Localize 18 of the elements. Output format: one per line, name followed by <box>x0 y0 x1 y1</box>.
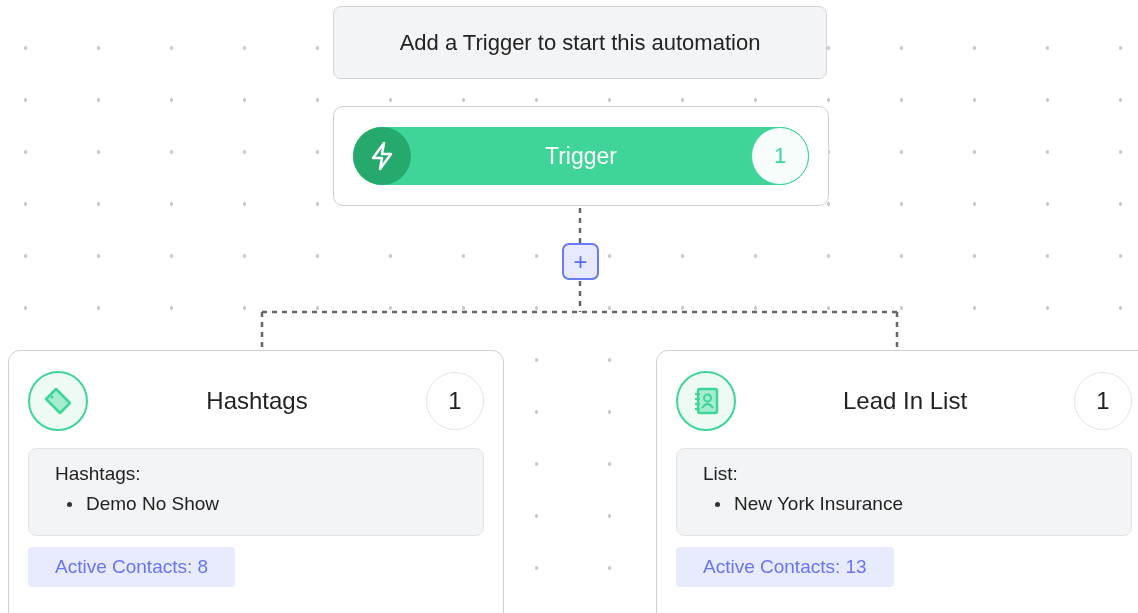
trigger-node-card[interactable]: Hashtags 1 Hashtags: Demo No Show Active Contacts: 8 <box>8 350 504 613</box>
list-item: Demo No Show <box>86 493 220 515</box>
trigger-node-card[interactable]: Lead In List 1 List: New York Insurance Active Contacts: 13 <box>656 350 1138 613</box>
bullet-icon <box>67 501 72 507</box>
node-title: Lead In List <box>841 387 969 415</box>
bullet-icon <box>715 501 720 507</box>
lightning-icon <box>353 127 411 185</box>
active-contacts-badge: Active Contacts: 13 <box>676 547 894 587</box>
trigger-label: Trigger <box>544 142 618 170</box>
tag-icon <box>42 385 74 417</box>
list-item: New York Insurance <box>734 493 903 515</box>
section-label: List: <box>703 463 738 485</box>
trigger-count: 1 <box>751 127 809 185</box>
node-title: Hashtags <box>205 387 309 415</box>
section-label: Hashtags: <box>55 463 141 485</box>
add-step-button[interactable]: + <box>562 243 599 280</box>
trigger-prompt[interactable]: Add a Trigger to start this automation <box>333 6 827 79</box>
active-contacts-badge: Active Contacts: 8 <box>28 547 236 587</box>
